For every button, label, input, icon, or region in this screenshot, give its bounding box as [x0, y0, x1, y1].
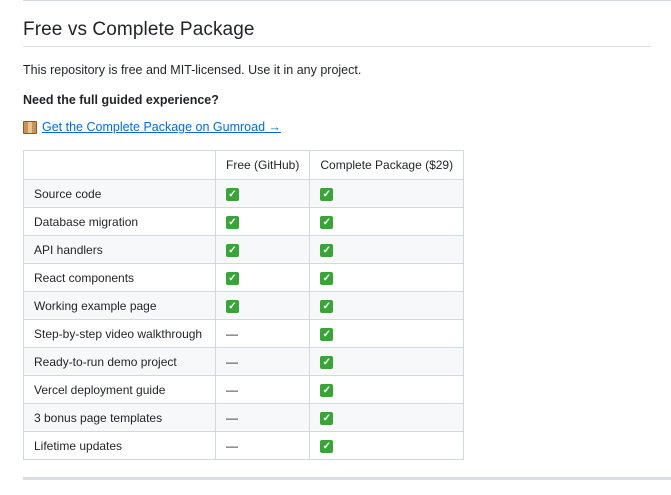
check-mark-icon: ✓	[320, 439, 334, 453]
header-feature	[23, 150, 216, 180]
table-row: Database migration ✓ ✓	[23, 207, 465, 236]
free-cell: ✓	[214, 179, 311, 208]
check-mark-icon: ✓	[320, 355, 334, 369]
table-row: Ready-to-run demo project — ✓	[23, 347, 465, 376]
feature-cell: Ready-to-run demo project	[23, 347, 216, 376]
free-cell: ✓	[214, 263, 311, 292]
not-included-dash: —	[226, 326, 238, 341]
feature-cell: 3 bonus page templates	[23, 403, 216, 432]
check-mark-icon: ✓	[320, 271, 334, 285]
feature-cell: Lifetime updates	[23, 431, 216, 460]
check-mark-icon: ✓	[320, 243, 334, 257]
feature-cell: Vercel deployment guide	[23, 375, 216, 404]
complete-cell: ✓	[309, 375, 465, 404]
table-row: Vercel deployment guide — ✓	[23, 375, 465, 404]
free-cell: ✓	[214, 207, 311, 236]
check-mark-icon: ✓	[320, 187, 334, 201]
complete-cell: ✓	[309, 291, 465, 320]
complete-cell: ✓	[309, 347, 465, 376]
not-included-dash: —	[226, 382, 238, 397]
free-cell: ✓	[214, 235, 311, 264]
feature-cell: Database migration	[23, 207, 216, 236]
check-mark-icon: ✓	[320, 215, 334, 229]
check-mark-icon: ✓	[226, 243, 239, 257]
feature-cell: API handlers	[23, 235, 216, 264]
check-mark-icon: ✓	[226, 187, 239, 201]
free-cell: —	[214, 319, 311, 348]
table-row: Source code ✓ ✓	[23, 179, 465, 208]
check-mark-icon: ✓	[226, 215, 239, 229]
table-row: Working example page ✓ ✓	[23, 291, 465, 320]
not-included-dash: —	[226, 438, 238, 453]
free-cell: —	[214, 375, 311, 404]
feature-cell: React components	[23, 263, 216, 292]
free-cell: —	[214, 403, 311, 432]
complete-cell: ✓	[309, 235, 465, 264]
check-mark-icon: ✓	[226, 299, 239, 313]
check-mark-icon: ✓	[320, 327, 334, 341]
complete-cell: ✓	[309, 263, 465, 292]
complete-cell: ✓	[309, 403, 465, 432]
gumroad-link-row: Get the Complete Package on Gumroad →	[23, 120, 281, 134]
header-complete: Complete Package ($29)	[309, 150, 465, 180]
heading-underline	[23, 46, 651, 47]
gumroad-link[interactable]: Get the Complete Package on Gumroad →	[42, 120, 281, 134]
intro-text: This repository is free and MIT-licensed…	[23, 63, 362, 77]
table-row: React components ✓ ✓	[23, 263, 465, 292]
free-cell: ✓	[214, 291, 311, 320]
comparison-table: Free (GitHub) Complete Package ($29) Sou…	[23, 150, 465, 460]
complete-cell: ✓	[309, 179, 465, 208]
package-icon	[23, 120, 37, 134]
complete-cell: ✓	[309, 319, 465, 348]
not-included-dash: —	[226, 354, 238, 369]
complete-cell: ✓	[309, 431, 465, 460]
table-row: 3 bonus page templates — ✓	[23, 403, 465, 432]
complete-cell: ✓	[309, 207, 465, 236]
table-row: Step-by-step video walkthrough — ✓	[23, 319, 465, 348]
header-free: Free (GitHub)	[214, 150, 311, 180]
free-cell: —	[214, 431, 311, 460]
table-row: Lifetime updates — ✓	[23, 431, 465, 460]
section-heading: Free vs Complete Package	[23, 19, 255, 40]
free-cell: —	[214, 347, 311, 376]
feature-cell: Working example page	[23, 291, 216, 320]
check-mark-icon: ✓	[320, 299, 334, 313]
check-mark-icon: ✓	[320, 411, 334, 425]
subheading: Need the full guided experience?	[23, 93, 219, 107]
not-included-dash: —	[226, 410, 238, 425]
check-mark-icon: ✓	[226, 271, 239, 285]
feature-cell: Step-by-step video walkthrough	[23, 319, 216, 348]
feature-cell: Source code	[23, 179, 216, 208]
top-divider	[23, 0, 671, 1]
check-mark-icon: ✓	[320, 383, 334, 397]
bottom-divider	[23, 477, 671, 480]
table-header-row: Free (GitHub) Complete Package ($29)	[23, 150, 465, 180]
table-row: API handlers ✓ ✓	[23, 235, 465, 264]
